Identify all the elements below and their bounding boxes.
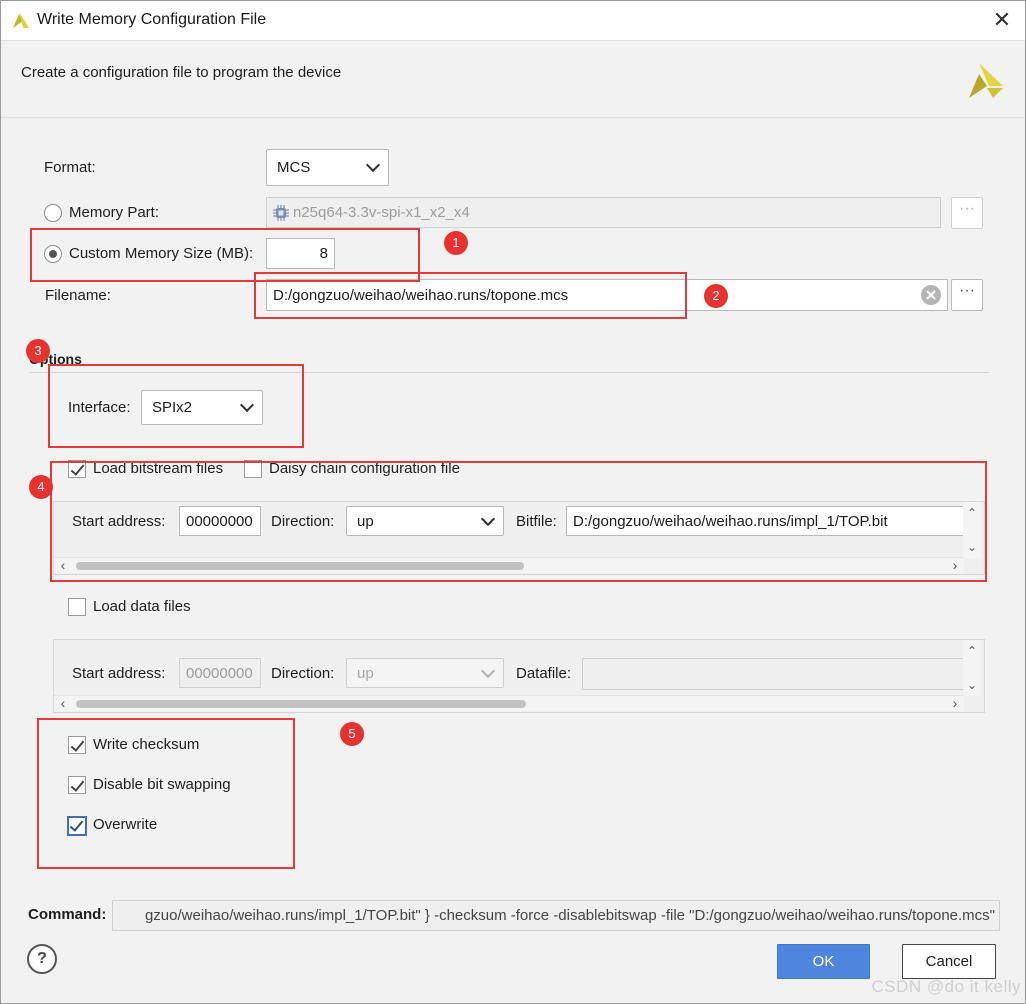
annotation-badge-2: 2 — [704, 284, 728, 308]
annotation-badge-4: 4 — [29, 475, 53, 499]
dialog-window: Write Memory Configuration File ✕ Create… — [0, 0, 1026, 1004]
format-value: MCS — [277, 159, 311, 176]
data-direction-label: Direction: — [271, 665, 335, 682]
memory-part-field: n25q64-3.3v-spi-x1_x2_x4 — [266, 197, 941, 228]
filename-browse-button[interactable]: ··· — [951, 279, 983, 311]
scroll-right-icon[interactable]: › — [948, 696, 962, 712]
format-label: Format: — [44, 159, 96, 176]
annotation-box-3 — [48, 364, 304, 448]
datafiles-hscrollbar[interactable]: ‹ › — [54, 695, 964, 711]
chip-icon — [273, 204, 289, 221]
cancel-button[interactable]: Cancel — [902, 944, 996, 979]
command-field: gzuo/weihao/weihao.runs/impl_1/TOP.bit" … — [112, 900, 1000, 931]
annotation-box-5 — [37, 718, 295, 869]
filename-label: Filename: — [45, 287, 111, 304]
help-button[interactable]: ? — [27, 944, 57, 974]
scroll-left-icon[interactable]: ‹ — [56, 696, 70, 712]
watermark-text: CSDN @do it kelly — [871, 977, 1021, 996]
memory-part-browse-button[interactable]: ··· — [951, 197, 983, 229]
annotation-badge-5: 5 — [340, 722, 364, 746]
load-data-files-checkbox[interactable] — [68, 598, 86, 616]
load-data-files-label: Load data files — [93, 598, 191, 615]
vivado-app-icon — [13, 13, 29, 28]
scroll-thumb[interactable] — [76, 700, 526, 708]
command-label: Command: — [28, 906, 107, 923]
annotation-box-4 — [50, 461, 987, 582]
annotation-box-2 — [254, 272, 687, 319]
datafiles-vscrollbar[interactable]: ⌃ ⌄ — [963, 640, 981, 696]
memory-part-radio[interactable] — [44, 204, 62, 222]
scroll-down-icon[interactable]: ⌄ — [963, 676, 981, 694]
data-start-address-label: Start address: — [72, 665, 166, 682]
title-bar: Write Memory Configuration File ✕ — [1, 1, 1025, 41]
close-icon[interactable]: ✕ — [991, 9, 1013, 31]
memory-part-value: n25q64-3.3v-spi-x1_x2_x4 — [293, 204, 470, 221]
format-dropdown[interactable]: MCS — [266, 149, 389, 186]
xilinx-logo-icon — [969, 63, 1003, 98]
memory-part-label: Memory Part: — [69, 204, 160, 221]
chevron-down-icon — [480, 663, 496, 678]
annotation-badge-1: 1 — [444, 231, 468, 255]
datafile-input — [582, 658, 964, 690]
annotation-badge-3: 3 — [26, 339, 50, 363]
command-value: gzuo/weihao/weihao.runs/impl_1/TOP.bit" … — [144, 907, 995, 924]
window-title: Write Memory Configuration File — [37, 11, 267, 28]
data-direction-dropdown: up — [346, 658, 504, 688]
chevron-down-icon — [365, 157, 381, 173]
data-start-address-value: 00000000 — [186, 664, 253, 682]
clear-icon[interactable] — [920, 284, 942, 306]
data-direction-value: up — [357, 664, 374, 682]
dialog-subtitle: Create a configuration file to program t… — [21, 64, 342, 81]
header-banner: Create a configuration file to program t… — [1, 42, 1025, 118]
data-start-address-input: 00000000 — [179, 658, 261, 688]
scroll-up-icon[interactable]: ⌃ — [963, 642, 981, 660]
datafile-label: Datafile: — [516, 665, 572, 682]
ok-button[interactable]: OK — [777, 944, 870, 979]
